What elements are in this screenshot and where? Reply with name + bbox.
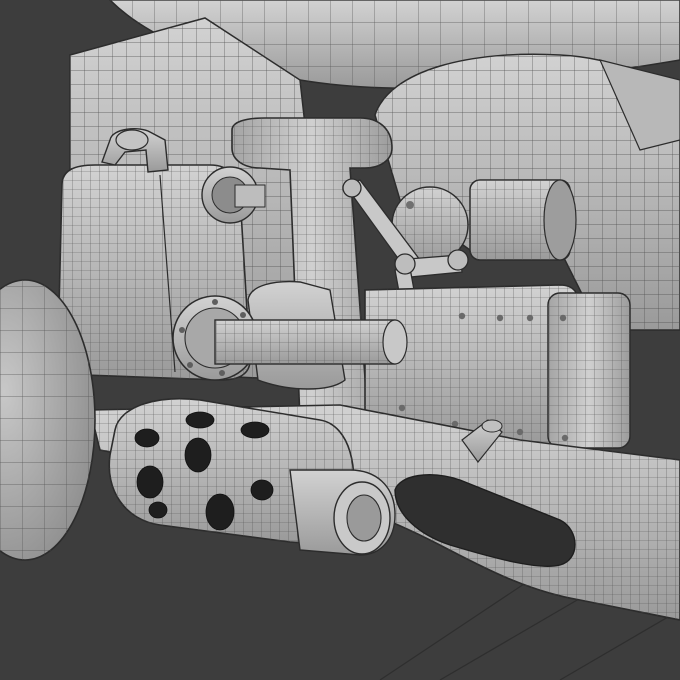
- hydraulic-drum: [469, 179, 577, 261]
- wireframe-scene: [0, 0, 680, 680]
- 3d-viewport[interactable]: [0, 0, 680, 680]
